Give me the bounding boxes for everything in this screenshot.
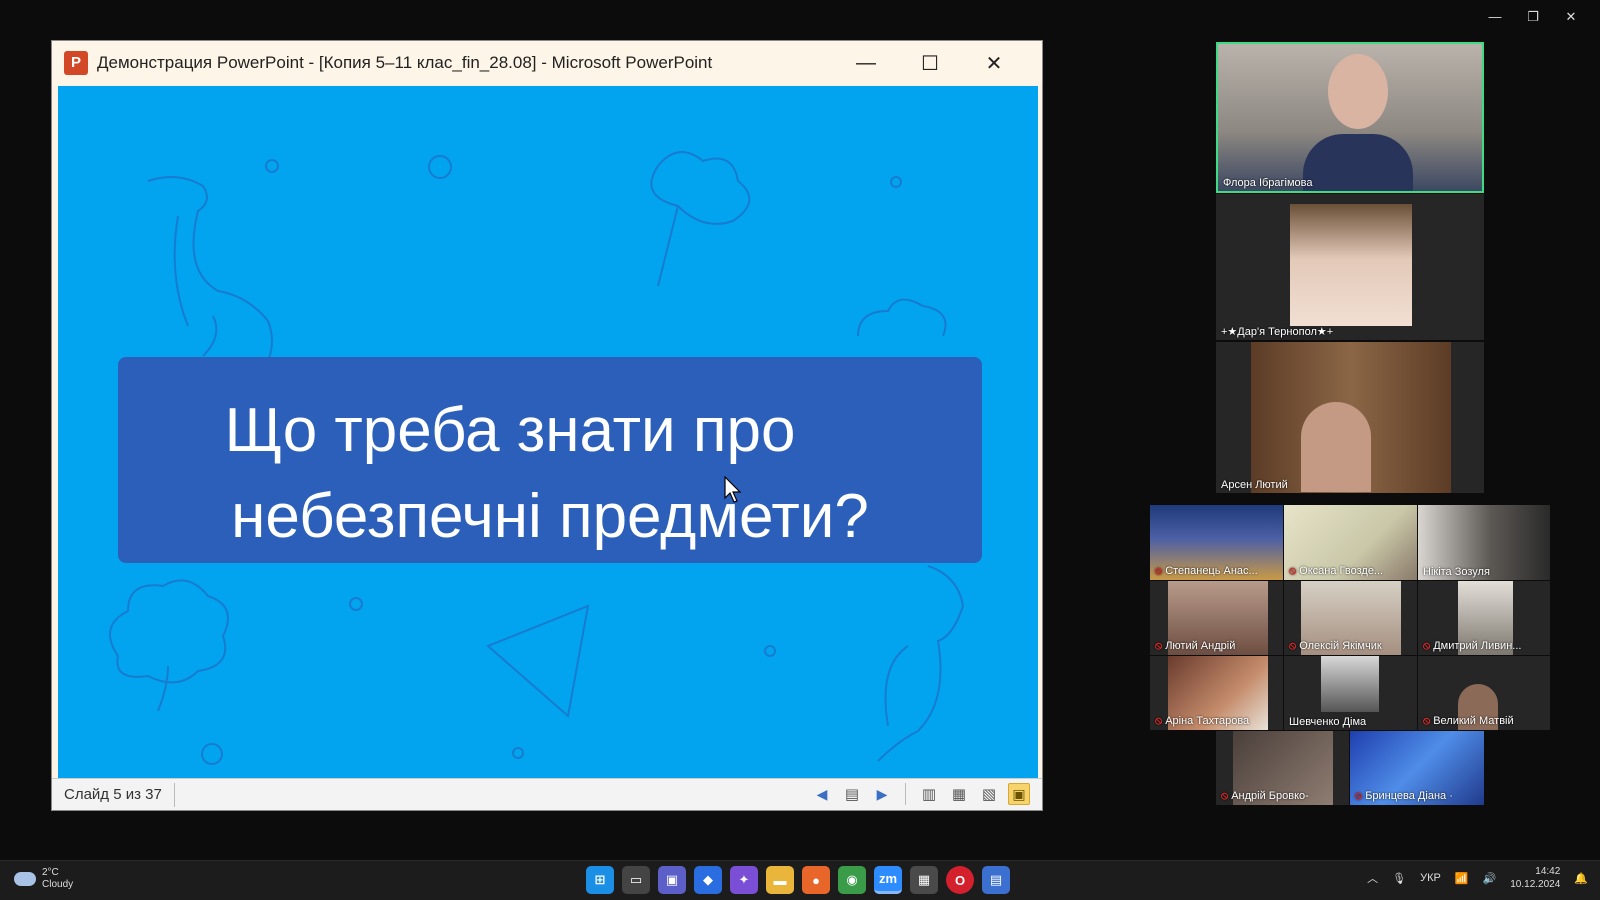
weather-widget[interactable]: 2°C Cloudy — [14, 867, 73, 891]
participant-tile[interactable]: +★Дар'я Тернопол★+ — [1216, 194, 1484, 340]
time: 14:42 — [1535, 866, 1561, 877]
slide-title-box: Що треба знати про небезпечні предмети? — [118, 357, 982, 563]
store-icon[interactable]: ▤ — [982, 866, 1010, 894]
slide-title-line-2: небезпечні предмети? — [231, 482, 869, 551]
powerpoint-logo-icon: P — [64, 51, 88, 75]
participant-tile[interactable]: ⦸ Бринцева Діана · — [1350, 731, 1484, 805]
powerpoint-statusbar: Слайд 5 из 37 ◀ ▤ ▶ ▥ ▦ ▧ ▣ — [52, 778, 1042, 810]
slide-canvas[interactable]: Що треба знати про небезпечні предмети? — [58, 86, 1038, 780]
slide-sorter-icon[interactable]: ▦ — [948, 783, 970, 805]
notes-icon[interactable]: ▤ — [841, 783, 863, 805]
zoom-icon[interactable]: zm — [874, 866, 902, 894]
file-explorer-icon[interactable]: ▬ — [766, 866, 794, 894]
participant-name: Лютий Андрій — [1165, 640, 1236, 652]
participant-tile[interactable]: Арсен Лютий — [1216, 342, 1484, 493]
cloud-icon — [14, 872, 36, 886]
ppt-minimize-button[interactable]: — — [834, 52, 898, 75]
participant-name: Оксана Гвозде... — [1299, 565, 1384, 577]
participant-tile[interactable]: ⦸ Дмитрий Ливин... — [1418, 581, 1550, 655]
weather-condition: Cloudy — [42, 879, 74, 890]
participant-name: Великий Матвій — [1433, 715, 1514, 727]
notifications-icon[interactable]: 🔔 — [1574, 872, 1588, 885]
temperature: 2°C — [42, 867, 59, 878]
mic-muted-icon: ⦸ — [1221, 790, 1229, 802]
participant-tile[interactable]: ⦸ Степанець Анас... — [1150, 505, 1283, 580]
close-icon[interactable]: ✕ — [1552, 6, 1590, 28]
mic-muted-icon: ⦸ — [1155, 565, 1163, 577]
ppt-maximize-button[interactable]: ☐ — [898, 51, 962, 76]
participant-name: Степанець Анас... — [1165, 565, 1258, 577]
participant-tile[interactable]: ⦸ Великий Матвій — [1418, 656, 1550, 730]
powerpoint-titlebar[interactable]: P Демонстрация PowerPoint - [Копия 5–11 … — [52, 41, 1042, 85]
participant-tile[interactable]: ⦸ Андрій Бровко- — [1216, 731, 1349, 805]
volume-icon[interactable]: 🔊 — [1483, 872, 1497, 885]
ppt-close-button[interactable]: ✕ — [962, 51, 1026, 76]
clock[interactable]: 14:42 10.12.2024 — [1510, 865, 1560, 891]
participant-name: Дмитрий Ливин... — [1433, 640, 1522, 652]
task-view-icon[interactable]: ▭ — [622, 866, 650, 894]
copilot-icon[interactable]: ◆ — [694, 866, 722, 894]
participant-name: Аріна Тахтарова — [1165, 715, 1250, 727]
mic-muted-icon: ⦸ — [1155, 715, 1163, 727]
window-title: Демонстрация PowerPoint - [Копия 5–11 кл… — [97, 53, 713, 72]
participant-name: Флора Ібрагімова — [1223, 177, 1313, 189]
mic-muted-icon: ⦸ — [1355, 790, 1363, 802]
reading-view-icon[interactable]: ▧ — [978, 783, 1000, 805]
firefox-icon[interactable]: ● — [802, 866, 830, 894]
slideshow-view-icon[interactable]: ▣ — [1008, 783, 1030, 805]
participant-tile-active-speaker[interactable]: Флора Ібрагімова — [1216, 42, 1484, 193]
normal-view-icon[interactable]: ▥ — [918, 783, 940, 805]
slide-counter: Слайд 5 из 37 — [52, 782, 175, 807]
participant-name: +★Дар'я Тернопол★+ — [1221, 326, 1334, 338]
participant-name: Арсен Лютий — [1221, 479, 1288, 491]
participant-name: Андрій Бровко- — [1231, 790, 1309, 802]
teams-icon[interactable]: ▣ — [658, 866, 686, 894]
mic-muted-icon: ⦸ — [1423, 715, 1431, 727]
date: 10.12.2024 — [1510, 879, 1561, 890]
participant-tile[interactable]: Шевченко Діма — [1284, 656, 1417, 730]
participant-name: Нікіта Зозуля — [1423, 566, 1490, 578]
participant-tile[interactable]: Нікіта Зозуля — [1418, 505, 1550, 580]
next-slide-icon[interactable]: ▶ — [871, 783, 893, 805]
window-controls: — ❐ ✕ — [1476, 6, 1590, 28]
mic-muted-icon: ⦸ — [1289, 640, 1297, 652]
wifi-icon[interactable]: 📶 — [1455, 872, 1469, 885]
participant-tile[interactable]: ⦸ Оксана Гвозде... — [1284, 505, 1417, 580]
minimize-icon[interactable]: — — [1476, 6, 1514, 28]
game-icon[interactable]: ✦ — [730, 866, 758, 894]
participant-name: Олексій Якімчик — [1299, 640, 1382, 652]
opera-icon[interactable]: O — [946, 866, 974, 894]
system-tray: ︿ 🎙 УКР 📶 🔊 14:42 10.12.2024 🔔 — [1367, 865, 1588, 891]
mouse-cursor-icon — [724, 476, 742, 503]
powerpoint-window: P Демонстрация PowerPoint - [Копия 5–11 … — [51, 40, 1043, 811]
windows-taskbar: 2°C Cloudy ⊞ ▭ ▣ ◆ ✦ ▬ ● ◉ zm ▦ O ▤ ︿ 🎙 … — [0, 860, 1600, 900]
taskbar-apps: ⊞ ▭ ▣ ◆ ✦ ▬ ● ◉ zm ▦ O ▤ — [586, 866, 1010, 894]
participant-name: Бринцева Діана · — [1365, 790, 1453, 802]
microphone-icon[interactable]: 🎙 — [1392, 872, 1406, 885]
slide-title-line-1: Що треба знати про — [224, 396, 796, 465]
mic-muted-icon: ⦸ — [1155, 640, 1163, 652]
participant-tile[interactable]: ⦸ Лютий Андрій — [1150, 581, 1283, 655]
mic-muted-icon: ⦸ — [1289, 565, 1297, 577]
language-indicator[interactable]: УКР — [1420, 872, 1441, 884]
participant-tile[interactable]: ⦸ Аріна Тахтарова — [1150, 656, 1283, 730]
calculator-icon[interactable]: ▦ — [910, 866, 938, 894]
face-avatar — [1328, 54, 1388, 129]
windows-start-icon[interactable]: ⊞ — [586, 866, 614, 894]
chevron-up-icon[interactable]: ︿ — [1367, 870, 1378, 886]
chrome-icon[interactable]: ◉ — [838, 866, 866, 894]
previous-slide-icon[interactable]: ◀ — [811, 783, 833, 805]
mic-muted-icon: ⦸ — [1423, 640, 1431, 652]
participant-tile[interactable]: ⦸ Олексій Якімчик — [1284, 581, 1417, 655]
participant-name: Шевченко Діма — [1289, 716, 1367, 728]
restore-icon[interactable]: ❐ — [1514, 6, 1552, 28]
